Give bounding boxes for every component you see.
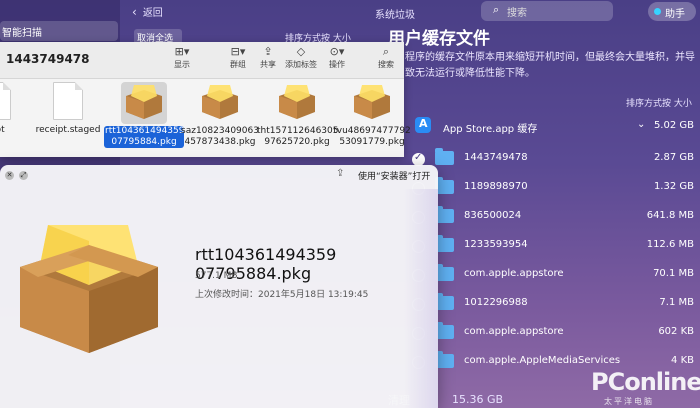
sort-menu-secondary[interactable]: 排序方式按 大小 [626,96,692,109]
document-icon [0,82,11,120]
list-item[interactable]: 1189898970 1.32 GB [412,177,698,201]
tag-icon: ◇ [296,45,306,58]
window-edge [404,189,438,408]
sidebar-item-smart-scan[interactable]: 智能扫描 [0,21,118,41]
open-with-installer-button[interactable]: 使用“安装器”打开 [358,169,430,182]
total-size: 15.36 GB [452,393,504,406]
share-button[interactable]: ⇪ 共享 [250,45,286,70]
close-icon[interactable]: ✕ [5,171,14,180]
more-icon: ⊙▾ [329,45,345,58]
view-button[interactable]: ⊞▾ 显示 [164,45,200,70]
list-item[interactable]: com.apple.appstore 602 KB [412,322,698,346]
quicklook-window: ✕ ⤢ ⇪ 使用“安装器”打开 rtt104361494359 07795884… [0,165,438,408]
list-item[interactable]: 1012296988 7.1 MB [412,293,698,317]
list-item[interactable]: com.apple.appstore 70.1 MB [412,264,698,288]
assistant-button[interactable]: 助手 [648,2,696,21]
file-item[interactable]: tht157112646305 97625720.pkg [257,82,338,148]
chevron-left-icon: ‹ [132,5,137,19]
action-button[interactable]: ⊙▾ 操作 [319,45,355,70]
page-title: 系统垃圾 [375,10,415,21]
folder-icon [435,148,454,165]
fullscreen-icon[interactable]: ⤢ [19,171,28,180]
chevron-down-icon[interactable]: ⌄ [637,119,645,130]
assistant-dot-icon [654,8,661,15]
finder-search-button[interactable]: ⌕ 搜索 [368,45,404,70]
package-icon [274,82,320,124]
search-icon: ⌕ [493,3,500,16]
file-item[interactable]: saz10823409063 457873438.pkg [180,82,260,148]
list-item[interactable]: 1233593954 112.6 MB [412,235,698,259]
list-item[interactable]: 836500024 641.8 MB [412,206,698,230]
list-item[interactable]: 14437494782.87 GB [412,148,698,172]
group-row-appstore[interactable]: App Store.app 缓存 ⌄ 5.02 GB [415,117,698,137]
app-store-icon [415,117,431,133]
share-icon[interactable]: ⇪ [336,168,344,179]
modified-date: 上次修改时间：2021年5月18日 13:19:45 [195,290,369,300]
file-item[interactable]: rtt104361494359 07795884.pkg [104,82,184,148]
finder-window: 1443749478 ⊞▾ 显示 ⊟▾ 群组 ⇪ 共享 ◇ 添加标签 ⊙▾ 操作 ⌕ 搜索 … [0,42,411,157]
file-item[interactable]: receipt.staged [28,82,108,136]
grid-icon: ⊞▾ [174,45,190,58]
watermark-subtitle: 太平洋电脑 [604,397,654,406]
file-item[interactable]: tvu48697477792 53091779.pkg [332,82,412,148]
search-icon: ⌕ [382,45,390,58]
watermark-logo: PConline [591,368,700,396]
document-icon [53,82,83,120]
section-description: 程序的缓存文件原本用来缩短开机时间，但最终会大量堆积，并导致无法运行或降低性能下… [405,52,695,79]
share-icon: ⇪ [263,45,273,58]
finder-title: 1443749478 [6,52,90,66]
package-icon [349,82,395,124]
back-button[interactable]: ‹ 返回 [132,4,163,19]
package-icon [197,82,243,124]
finder-toolbar: 1443749478 ⊞▾ 显示 ⊟▾ 群组 ⇪ 共享 ◇ 添加标签 ⊙▾ 操作 ⌕ 搜索 [0,42,404,79]
package-icon [121,82,167,124]
tag-button[interactable]: ◇ 添加标签 [283,45,319,70]
file-size: 577.1 MB [195,271,238,281]
package-icon [20,225,158,353]
search-input[interactable]: ⌕ 搜索 [481,1,613,21]
